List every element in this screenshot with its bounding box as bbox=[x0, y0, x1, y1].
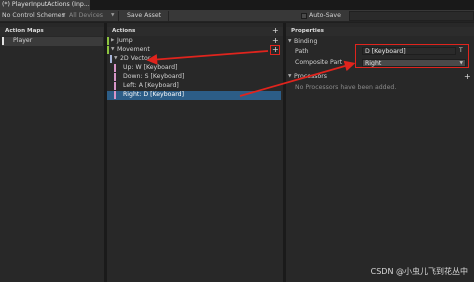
annotation-arrow bbox=[146, 50, 269, 65]
annotation-arrows bbox=[146, 50, 356, 97]
annotation-arrow bbox=[239, 60, 356, 97]
watermark-text: CSDN @小虫儿飞到花丛中 bbox=[370, 267, 468, 276]
